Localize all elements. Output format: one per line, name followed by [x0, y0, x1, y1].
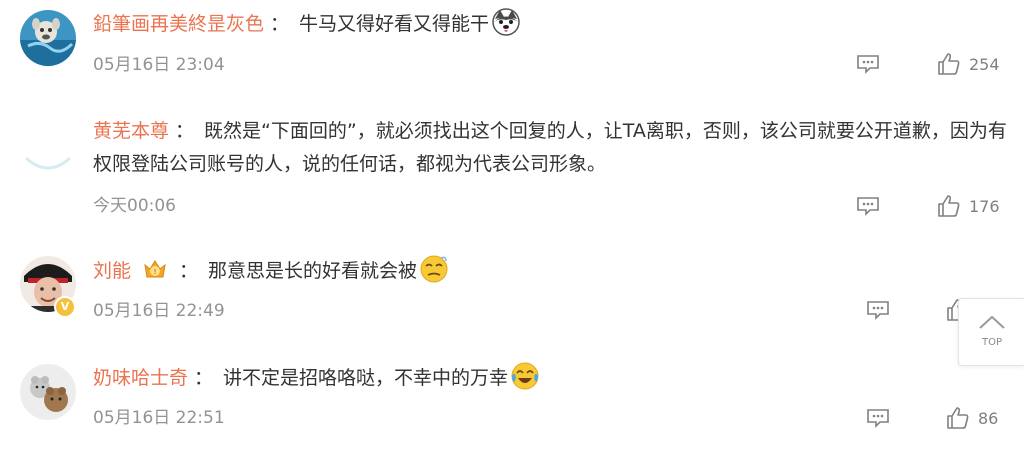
comment-content: 黄芜本尊 ：既然是“下面回的”，就必须找出这个回复的人，让TA离职，否则，该公司就…: [93, 115, 1013, 181]
dizzy-face-icon: [420, 255, 448, 283]
timestamp: 05月16日 22:51: [93, 408, 225, 428]
like-count: 254: [969, 54, 1000, 74]
svg-text:!: !: [154, 268, 157, 276]
avatar[interactable]: [20, 118, 76, 174]
comment-text: 那意思是长的好看就会被: [208, 260, 418, 282]
separator: ：: [179, 260, 199, 282]
back-to-top-label: TOP: [981, 337, 1002, 348]
comment-content: 奶味哈士奇 ： 讲不定是招咯咯哒，不幸中的万幸: [93, 361, 540, 395]
timestamp: 今天00:06: [93, 196, 176, 216]
thumbs-up-icon: [938, 195, 960, 217]
like-count: 176: [969, 196, 1000, 216]
comment-text: 讲不定是招咯咯哒，不幸中的万幸: [223, 367, 509, 389]
reply-button[interactable]: [856, 196, 880, 216]
separator: ：: [194, 367, 214, 389]
reply-button[interactable]: [866, 300, 890, 320]
username-link[interactable]: 鉛筆画再美終昰灰色: [93, 13, 264, 35]
username-link[interactable]: 刘能: [93, 260, 131, 282]
comment-text: 既然是“下面回的”，就必须找出这个回复的人，让TA离职，否则，该公司就要公开道歉…: [93, 120, 1007, 175]
comment-content: 鉛筆画再美終昰灰色 ： 牛马又得好看又得能干: [93, 7, 521, 41]
like-button[interactable]: 254: [937, 52, 1000, 76]
comment-icon: [857, 55, 879, 74]
comment-icon: [867, 301, 889, 320]
comment-icon: [857, 197, 879, 216]
avatar[interactable]: [20, 10, 76, 66]
separator: ：: [175, 120, 195, 142]
thumbs-up-icon: [947, 407, 969, 429]
laughing-tears-icon: [511, 362, 539, 390]
timestamp: 05月16日 23:04: [93, 55, 225, 75]
timestamp: 05月16日 22:49: [93, 301, 225, 321]
back-to-top-button[interactable]: TOP: [958, 298, 1024, 366]
username-link[interactable]: 黄芜本尊: [93, 120, 169, 142]
like-button[interactable]: 176: [937, 194, 1000, 218]
verified-badge-icon: V: [54, 296, 76, 318]
chevron-up-icon: [979, 315, 1005, 329]
comment-text: 牛马又得好看又得能干: [299, 13, 490, 35]
username-link[interactable]: 奶味哈士奇: [93, 367, 188, 389]
separator: ：: [270, 13, 290, 35]
vip-crown-badge-icon: !: [144, 260, 166, 278]
comment-content: 刘能 ! ： 那意思是长的好看就会被: [93, 254, 449, 288]
reply-button[interactable]: [856, 54, 880, 74]
husky-face-icon: [492, 8, 520, 36]
like-count: 86: [978, 408, 999, 428]
reply-button[interactable]: [866, 408, 890, 428]
avatar[interactable]: [20, 364, 76, 420]
comment-icon: [867, 409, 889, 428]
thumbs-up-icon: [938, 53, 960, 75]
like-button[interactable]: 86: [946, 406, 998, 430]
